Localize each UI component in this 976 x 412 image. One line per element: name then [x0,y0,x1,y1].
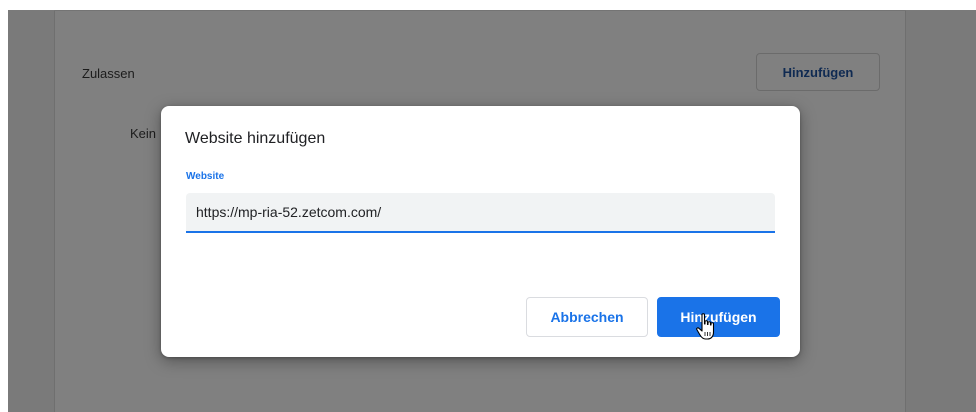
allow-section-label: Zulassen [82,66,135,81]
website-input[interactable] [186,193,775,233]
cancel-button[interactable]: Abbrechen [526,297,648,337]
dialog-title: Website hinzufügen [185,130,326,147]
add-site-button[interactable]: Hinzufügen [756,53,880,91]
no-sites-text: Kein [130,126,157,141]
add-website-dialog: Website hinzufügen Website Abbrechen Hin… [161,106,800,357]
website-field-label: Website [186,171,225,182]
divider [54,10,906,11]
confirm-add-button[interactable]: Hinzufügen [657,297,780,337]
